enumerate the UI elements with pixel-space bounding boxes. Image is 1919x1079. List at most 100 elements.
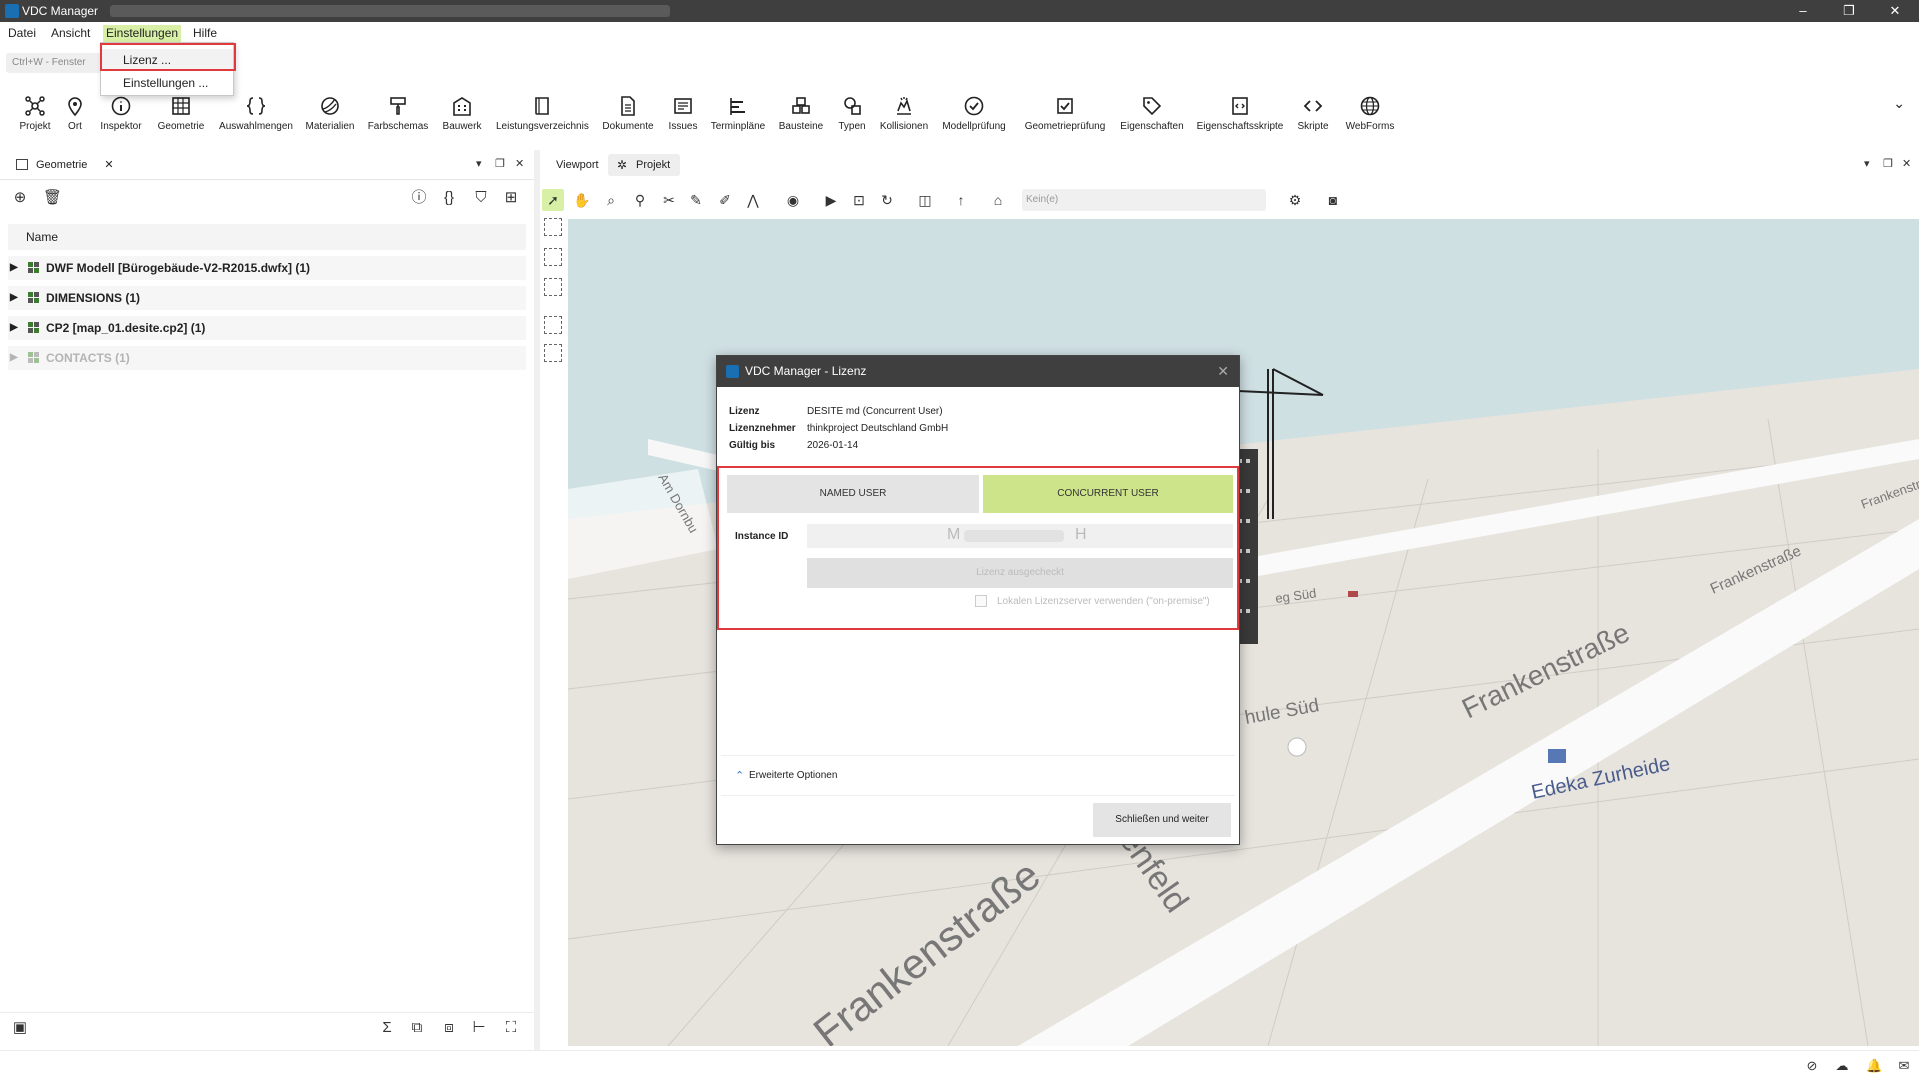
focus-frame-icon[interactable]: ⊡ (848, 189, 870, 211)
close-window-button[interactable]: ✕ (1872, 0, 1918, 22)
ribbon-farbschemas-button[interactable]: Farbschemas (367, 85, 429, 141)
pan-hand-icon[interactable]: ✋ (571, 189, 593, 211)
ribbon-terminplaene-button[interactable]: Terminpläne (710, 85, 766, 141)
types-icon (844, 97, 861, 115)
expand-chevron-icon[interactable]: ▶ (10, 256, 18, 280)
filter-icon[interactable]: ⛉ (472, 189, 490, 207)
ribbon-bausteine-button[interactable]: Bausteine (778, 85, 824, 141)
dialog-close-icon[interactable]: ✕ (1217, 356, 1229, 387)
expand-chevron-icon[interactable]: ▶ (10, 286, 18, 310)
markup-pen-icon[interactable]: ✐ (714, 189, 736, 211)
panel-float-icon[interactable]: ❐ (495, 157, 505, 170)
panel-float-icon[interactable]: ❐ (1883, 157, 1893, 170)
dialog-title-bar[interactable]: VDC Manager - Lizenz ✕ (717, 356, 1239, 387)
show-selection-icon[interactable] (544, 316, 562, 334)
panel-menu-dropdown-icon[interactable]: ▾ (476, 157, 482, 170)
hierarchy-icon[interactable]: ⊢ (470, 1019, 488, 1037)
maximize-button[interactable]: ❐ (1826, 0, 1872, 22)
ribbon-projekt-button[interactable]: Projekt (14, 85, 56, 141)
license-type-section: NAMED USER CONCURRENT USER Instance ID M… (717, 466, 1239, 630)
no-connection-icon[interactable]: ⊘ (1804, 1058, 1820, 1074)
menu-ansicht[interactable]: Ansicht (48, 25, 93, 42)
image-panel-icon[interactable]: ▣ (11, 1019, 29, 1037)
cloud-sync-icon[interactable]: ☁ (1834, 1058, 1850, 1074)
ribbon-geometriepruefung-button[interactable]: Geometrieprüfung (1020, 85, 1110, 141)
gear-icon[interactable]: ⚙ (1284, 189, 1306, 211)
ribbon-leistungsverzeichnis-button[interactable]: Leistungsverzeichnis (496, 85, 589, 141)
column-header-name[interactable]: Name (8, 224, 526, 250)
ribbon-ort-button[interactable]: Ort (62, 85, 88, 141)
tree-row[interactable]: ▶ CONTACTS (1) (8, 346, 526, 370)
select-all-icon[interactable] (544, 218, 562, 236)
menu-item-einstellungen[interactable]: Einstellungen ... (101, 72, 233, 94)
tab-close-icon[interactable]: ✕ (104, 159, 113, 171)
ribbon-collapse-chevron-icon[interactable]: ⌄ (1893, 95, 1905, 112)
measure-icon[interactable]: ✎ (685, 189, 707, 211)
group-icon[interactable]: ⧉ (408, 1019, 426, 1037)
rotate-icon[interactable]: ↻ (876, 189, 898, 211)
tab-viewport[interactable]: Viewport (546, 154, 609, 176)
view-filter-input[interactable]: Kein(e) (1022, 189, 1266, 211)
ribbon-kollisionen-button[interactable]: Kollisionen (878, 85, 930, 141)
ribbon-eigenschaftsskripte-button[interactable]: Eigenschaftsskripte (1196, 85, 1284, 141)
ribbon-webforms-button[interactable]: WebForms (1342, 85, 1398, 141)
advanced-options-toggle[interactable]: ⌃ Erweiterte Optionen (721, 756, 1235, 796)
ribbon-materialien-button[interactable]: Materialien (305, 85, 355, 141)
ungroup-icon[interactable]: ⧈ (440, 1019, 458, 1037)
select-arrow-icon[interactable]: ➚ (542, 189, 564, 211)
ribbon-skripte-button[interactable]: Skripte (1294, 85, 1332, 141)
menu-einstellungen[interactable]: Einstellungen (103, 25, 182, 42)
onprem-option[interactable]: Lokalen Lizenzserver verwenden ("on-prem… (975, 595, 1210, 607)
panel-close-icon[interactable]: ✕ (1902, 157, 1911, 170)
braces-icon[interactable]: {} (440, 189, 458, 207)
hide-selection-icon[interactable] (544, 344, 562, 362)
ribbon-label: Kollisionen (879, 121, 929, 132)
north-arrow-icon[interactable]: ↑ (950, 189, 972, 211)
valid-until-label: Gültig bis (729, 440, 776, 451)
ribbon-bauwerk-button[interactable]: Bauwerk (440, 85, 484, 141)
expand-chevron-icon[interactable]: ▶ (10, 316, 18, 340)
ribbon-issues-button[interactable]: Issues (667, 85, 699, 141)
instance-id-field[interactable]: M H (807, 524, 1233, 548)
tab-projekt[interactable]: ✲ Projekt (608, 154, 681, 176)
ribbon-modellpruefung-button[interactable]: Modellprüfung (940, 85, 1008, 141)
menu-hilfe[interactable]: Hilfe (190, 25, 220, 42)
panel-close-icon[interactable]: ✕ (515, 157, 524, 170)
structure-icon[interactable]: ⛶ (502, 1019, 520, 1037)
sum-icon[interactable]: Σ (378, 1019, 396, 1037)
section-icon[interactable]: ◫ (914, 189, 936, 211)
deselect-icon[interactable] (544, 248, 562, 266)
panel-menu-dropdown-icon[interactable]: ▾ (1864, 157, 1870, 170)
tree-row-label: DIMENSIONS (1) (46, 291, 141, 305)
onprem-checkbox[interactable] (975, 595, 987, 607)
visibility-eye-icon[interactable]: ◉ (782, 189, 804, 211)
tree-row[interactable]: ▶ DWF Modell [Bürogebäude-V2-R2015.dwfx]… (8, 256, 526, 280)
tree-row[interactable]: ▶ CP2 [map_01.desite.cp2] (1) (8, 316, 526, 340)
ribbon-dokumente-button[interactable]: Dokumente (600, 85, 656, 141)
home-icon[interactable]: ⌂ (987, 189, 1009, 211)
pin-icon[interactable]: ⚲ (629, 189, 651, 211)
walk-icon[interactable]: ⋀ (742, 189, 764, 211)
chat-icon[interactable]: ✉ (1896, 1058, 1912, 1074)
screenshot-camera-icon[interactable]: ◙ (1322, 189, 1344, 211)
named-user-button[interactable]: NAMED USER (727, 475, 979, 513)
notification-bell-icon[interactable]: 🔔 (1866, 1058, 1882, 1074)
cut-scissors-icon[interactable]: ✂ (658, 189, 680, 211)
minimize-button[interactable]: – (1780, 0, 1826, 22)
columns-icon[interactable]: ⊞ (502, 189, 520, 207)
tab-geometrie[interactable]: Geometrie ✕ (8, 154, 122, 176)
ribbon-typen-button[interactable]: Typen (835, 85, 869, 141)
info-icon[interactable]: ⓘ (410, 189, 428, 207)
menu-datei[interactable]: Datei (5, 25, 39, 42)
camera-video-icon[interactable]: ▶ (820, 189, 842, 211)
tree-row[interactable]: ▶ DIMENSIONS (1) (8, 286, 526, 310)
close-and-continue-button[interactable]: Schließen und weiter (1093, 803, 1231, 837)
concurrent-user-button[interactable]: CONCURRENT USER (983, 475, 1233, 513)
ribbon-eigenschaften-button[interactable]: Eigenschaften (1120, 85, 1184, 141)
add-icon[interactable]: ⊕ (11, 189, 29, 207)
license-checked-out-button[interactable]: Lizenz ausgecheckt (807, 558, 1233, 588)
delete-trash-icon[interactable]: 🗑 (43, 189, 62, 207)
zoom-selection-icon[interactable] (544, 278, 562, 296)
zoom-search-icon[interactable]: ⌕ (600, 189, 622, 211)
expand-chevron-icon[interactable]: ▶ (10, 346, 18, 370)
